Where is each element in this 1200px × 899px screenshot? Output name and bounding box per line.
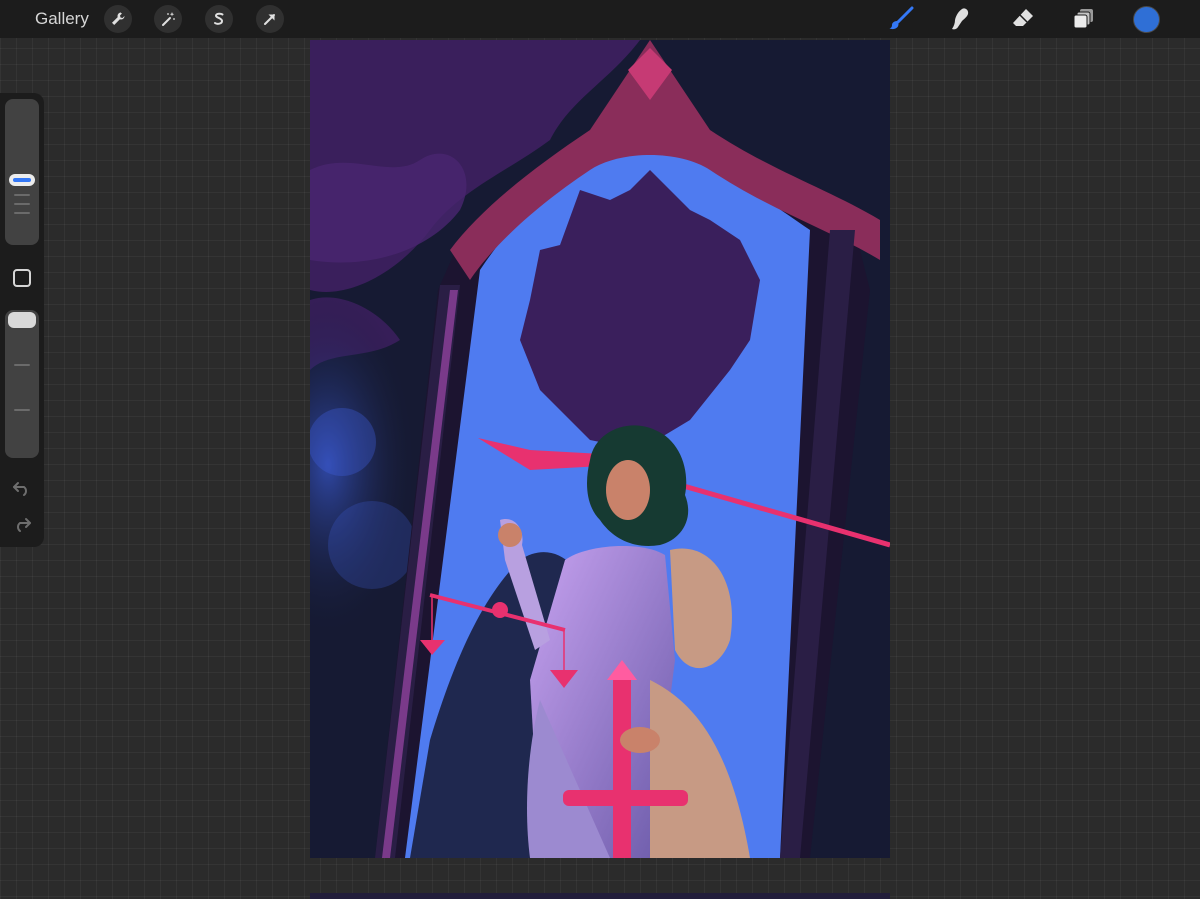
layers-button[interactable]	[1069, 4, 1099, 34]
slider-tick	[14, 364, 30, 366]
brush-icon	[889, 6, 914, 30]
slider-tick	[14, 194, 30, 196]
slider-tick	[14, 203, 30, 205]
smudge-icon	[952, 8, 969, 30]
eraser-tool[interactable]	[1008, 4, 1038, 34]
brush-size-slider[interactable]	[5, 99, 39, 245]
magic-wand-icon	[162, 12, 175, 26]
top-toolbar: Gallery	[0, 0, 1200, 38]
brush-opacity-slider[interactable]	[5, 310, 39, 458]
brush-tool[interactable]	[886, 4, 916, 34]
actions-button[interactable]	[104, 5, 132, 33]
eraser-icon	[1013, 9, 1033, 26]
layers-icon	[1073, 9, 1093, 29]
gallery-button[interactable]: Gallery	[35, 9, 89, 29]
adjustments-button[interactable]	[154, 5, 182, 33]
selection-button[interactable]	[205, 5, 233, 33]
artwork-illustration	[310, 40, 890, 858]
redo-button[interactable]	[11, 513, 33, 535]
slider-tick	[14, 409, 30, 411]
wrench-icon	[112, 12, 125, 25]
undo-button[interactable]	[11, 477, 33, 499]
artwork-canvas[interactable]	[310, 40, 890, 858]
selection-s-icon	[214, 12, 224, 25]
undo-icon	[13, 482, 27, 496]
color-picker-button[interactable]	[1133, 6, 1160, 33]
redo-icon	[17, 518, 31, 532]
left-sidebar	[0, 93, 44, 547]
smudge-tool[interactable]	[946, 4, 976, 34]
modify-button[interactable]	[13, 269, 31, 287]
brush-size-handle[interactable]	[9, 174, 35, 186]
brush-opacity-handle[interactable]	[8, 312, 36, 328]
transform-button[interactable]	[256, 5, 284, 33]
slider-tick	[14, 212, 30, 214]
transform-arrow-icon	[264, 14, 275, 25]
next-canvas-page-edge	[310, 893, 890, 899]
